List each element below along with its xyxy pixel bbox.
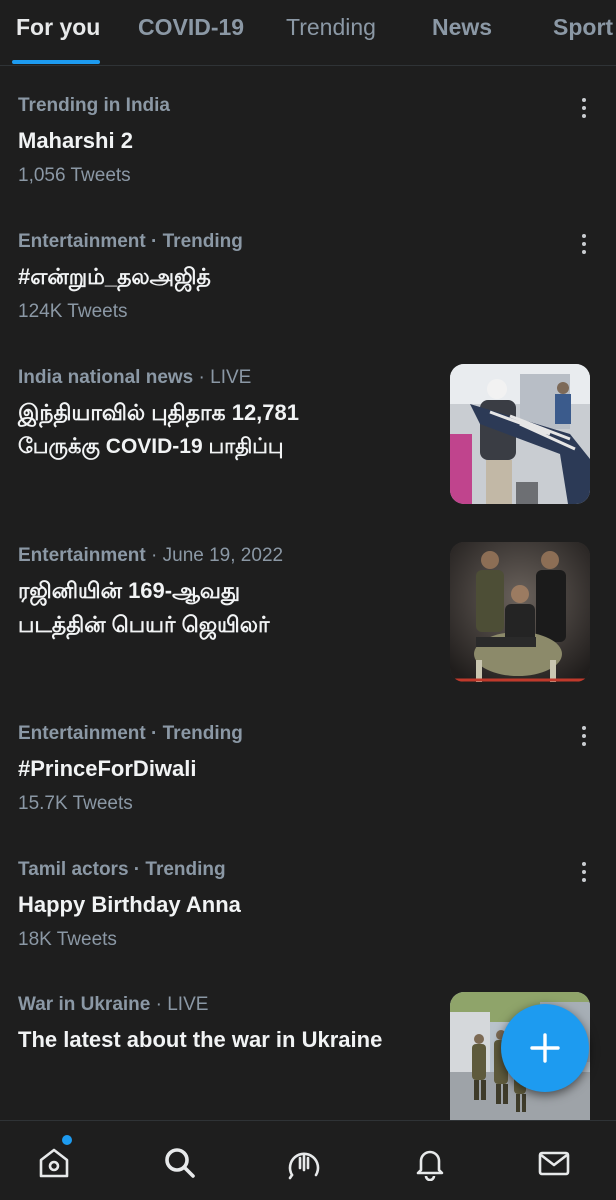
trend-item[interactable]: Trending in India Maharshi 2 1,056 Tweet… (18, 94, 616, 188)
news-headline: The latest about the war in Ukraine (18, 1027, 383, 1052)
explore-tab-bar: For you COVID-19 Trending News Sport (0, 0, 616, 66)
news-headline: இந்தியாவில் புதிதாக 12,781 பேருக்கு COVI… (18, 396, 418, 464)
spaces-icon (288, 1152, 320, 1180)
nav-notifications-button[interactable] (410, 1143, 450, 1183)
explore-page: For you COVID-19 Trending News Sport Tre… (0, 0, 616, 1200)
trend-title: Happy Birthday Anna (18, 892, 241, 917)
news-status: · LIVE (150, 994, 209, 1015)
crowd-photo-icon (450, 364, 590, 504)
notifications-icon (416, 1150, 444, 1181)
nav-search-button[interactable] (160, 1143, 200, 1183)
news-topic: India national news (18, 367, 194, 388)
trend-context: Entertainment · Trending (18, 723, 243, 744)
trend-item[interactable]: Tamil actors · Trending Happy Birthday A… (18, 858, 616, 952)
notification-dot (62, 1135, 72, 1145)
news-topic: War in Ukraine (18, 994, 151, 1015)
news-headline-line: இந்தியாவில் புதிதாக 12,781 (18, 400, 299, 425)
trend-count: 15.7K Tweets (18, 793, 133, 814)
trend-context: Entertainment · Trending (18, 231, 243, 252)
more-options-icon[interactable] (572, 860, 596, 884)
tab-for-you[interactable]: For you (16, 14, 100, 44)
nav-home-button[interactable] (34, 1143, 74, 1183)
trend-title: #PrinceForDiwali (18, 756, 197, 781)
news-topic: Entertainment (18, 545, 146, 566)
more-options-icon[interactable] (572, 96, 596, 120)
news-headline-line: பேருக்கு COVID-19 பாதிப்பு (18, 435, 284, 458)
news-headline-line: படத்தின் பெயர் ஜெயிலர் (18, 612, 270, 637)
trend-context: Trending in India (18, 95, 170, 116)
trend-title: Maharshi 2 (18, 128, 133, 153)
bottom-navigation-bar (0, 1120, 616, 1200)
news-status: · LIVE (193, 367, 252, 388)
trend-title: #என்றும்_தலஅஜித் (18, 264, 211, 289)
trend-count: 124K Tweets (18, 301, 128, 322)
more-options-icon[interactable] (572, 724, 596, 748)
active-tab-indicator (12, 60, 100, 64)
home-icon (39, 1148, 69, 1178)
trend-item[interactable]: Entertainment · Trending #என்றும்_தலஅஜித… (18, 230, 616, 324)
tab-trending[interactable]: Trending (286, 14, 376, 44)
movie-poster-photo-icon (450, 542, 590, 682)
news-date: · June 19, 2022 (145, 545, 284, 566)
messages-icon (538, 1151, 570, 1176)
search-icon (165, 1148, 195, 1178)
trend-count: 1,056 Tweets (18, 165, 131, 186)
trend-context: Tamil actors · Trending (18, 859, 226, 880)
news-thumbnail[interactable] (450, 542, 590, 682)
tab-news[interactable]: News (432, 14, 492, 44)
tab-sport[interactable]: Sport (553, 14, 613, 44)
tab-covid-19[interactable]: COVID-19 (138, 14, 244, 44)
plus-icon (530, 1033, 560, 1063)
compose-tweet-button[interactable] (501, 1004, 589, 1092)
nav-messages-button[interactable] (534, 1143, 574, 1183)
news-thumbnail[interactable] (450, 364, 590, 504)
trend-count: 18K Tweets (18, 929, 117, 950)
news-headline: ரஜினியின் 169-ஆவது படத்தின் பெயர் ஜெயிலர… (18, 574, 418, 642)
nav-spaces-button[interactable] (284, 1143, 324, 1183)
trend-item[interactable]: Entertainment · Trending #PrinceForDiwal… (18, 722, 616, 816)
more-options-icon[interactable] (572, 232, 596, 256)
news-headline-line: ரஜினியின் 169-ஆவது (18, 578, 241, 603)
